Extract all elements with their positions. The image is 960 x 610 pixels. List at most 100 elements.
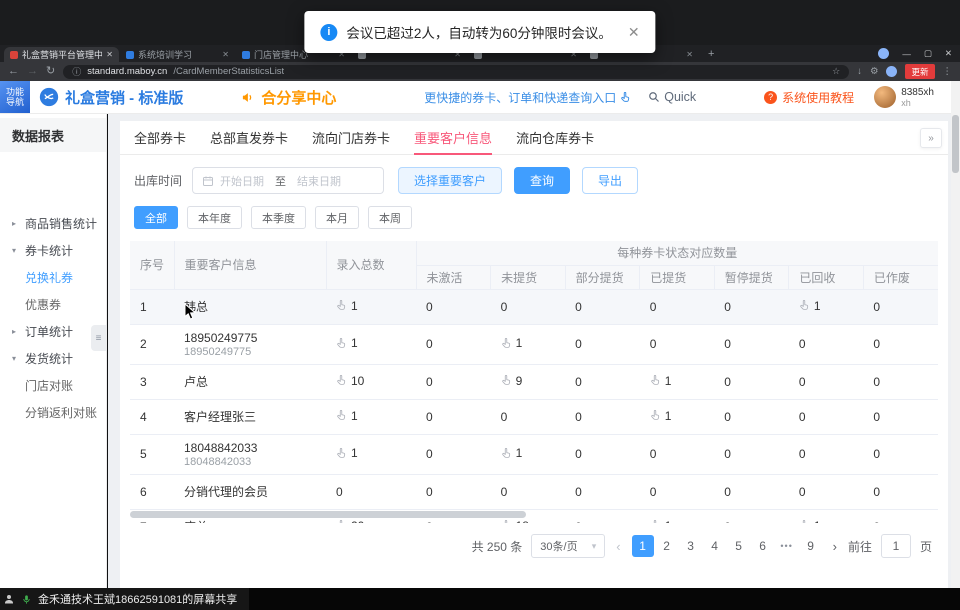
quick-filter-chip[interactable]: 本年度 [187, 206, 242, 229]
date-range-input[interactable]: 开始日期 至 结束日期 [192, 167, 384, 194]
table-row[interactable]: 6分销代理的会员00000000 [130, 474, 938, 509]
cell-status[interactable]: 0 [714, 324, 789, 364]
table-row[interactable]: 4客户经理张三10001000 [130, 399, 938, 434]
cell-status[interactable]: 0 [565, 434, 640, 474]
cell-status[interactable]: 9 [491, 364, 566, 399]
cell-status[interactable]: 0 [714, 364, 789, 399]
tab-close-icon[interactable]: ✕ [106, 50, 113, 59]
content-tab[interactable]: 流向门店券卡 [312, 121, 390, 154]
sidebar-item[interactable]: ▾发货统计 [0, 345, 106, 372]
cell-status[interactable]: 0 [789, 324, 864, 364]
cell-status[interactable]: 0 [863, 474, 938, 509]
quick-search[interactable]: Quick [648, 90, 696, 104]
cell-status[interactable]: 0 [491, 474, 566, 509]
cell-total[interactable]: 1 [326, 324, 416, 364]
horizontal-scrollbar[interactable] [130, 511, 938, 518]
prev-page-button[interactable]: ‹ [614, 539, 622, 554]
pagination-page[interactable]: 4 [704, 535, 726, 557]
cell-status[interactable]: 1 [789, 289, 864, 324]
sidebar-toggle[interactable]: ≡ [91, 325, 106, 351]
pagination-page[interactable]: 5 [728, 535, 750, 557]
download-icon[interactable]: ↓ [857, 66, 862, 77]
cell-status[interactable]: 1 [491, 434, 566, 474]
table-row[interactable]: 5180488420331804884203310100000 [130, 434, 938, 474]
goto-page-input[interactable]: 1 [881, 534, 911, 558]
content-tab[interactable]: 总部直发券卡 [210, 121, 288, 154]
cell-status[interactable]: 0 [416, 324, 491, 364]
cell-status[interactable]: 0 [565, 324, 640, 364]
user-menu[interactable]: 8385xh xh [874, 86, 934, 108]
cell-status[interactable]: 0 [789, 474, 864, 509]
close-icon[interactable]: ✕ [628, 24, 640, 41]
table-row[interactable]: 1韩总10000010 [130, 289, 938, 324]
cell-status[interactable]: 0 [789, 364, 864, 399]
table-row[interactable]: 2189502497751895024977510100000 [130, 324, 938, 364]
cell-status[interactable]: 0 [789, 434, 864, 474]
export-button[interactable]: 导出 [582, 167, 638, 194]
cell-status[interactable]: 0 [714, 434, 789, 474]
cell-status[interactable]: 0 [565, 289, 640, 324]
cell-status[interactable]: 0 [863, 399, 938, 434]
cell-status[interactable]: 0 [714, 289, 789, 324]
content-tab[interactable]: 重要客户信息 [414, 121, 492, 154]
minimize-button[interactable]: — [902, 49, 911, 59]
menu-icon[interactable]: ⋮ [943, 66, 953, 77]
cell-status[interactable]: 0 [863, 434, 938, 474]
browser-tab[interactable]: 系统培训学习✕ [120, 47, 235, 62]
update-button[interactable]: 更新 [905, 64, 934, 79]
browser-tab[interactable]: 礼盒营销平台管理中心✕ [4, 47, 119, 62]
cell-total[interactable]: 1 [326, 399, 416, 434]
cell-status[interactable]: 0 [565, 474, 640, 509]
sidebar-item[interactable]: ▸商品销售统计 [0, 210, 106, 237]
cell-status[interactable]: 0 [863, 289, 938, 324]
search-button[interactable]: 查询 [514, 167, 570, 194]
url-input[interactable]: ⓘ standard.maboy.cn /CardMemberStatistic… [63, 65, 849, 79]
extensions-icon[interactable]: ⚙ [870, 66, 879, 77]
bookmark-icon[interactable]: ☆ [832, 66, 840, 77]
profile-avatar[interactable] [886, 66, 897, 77]
cell-status[interactable]: 0 [640, 474, 715, 509]
cell-status[interactable]: 0 [789, 399, 864, 434]
quick-filter-chip[interactable]: 全部 [134, 206, 178, 229]
quick-filter-chip[interactable]: 本周 [368, 206, 412, 229]
sidebar-item[interactable]: ▾券卡统计 [0, 237, 106, 264]
cell-status[interactable]: 0 [491, 289, 566, 324]
quick-filter-chip[interactable]: 本季度 [251, 206, 306, 229]
scrollbar-thumb[interactable] [952, 115, 959, 173]
cell-status[interactable]: 0 [714, 474, 789, 509]
sidebar-subitem[interactable]: 优惠券 [0, 291, 106, 318]
cell-total[interactable]: 10 [326, 364, 416, 399]
cell-total[interactable]: 1 [326, 289, 416, 324]
cell-status[interactable]: 1 [640, 364, 715, 399]
forward-icon[interactable]: → [27, 66, 38, 77]
cell-status[interactable]: 0 [640, 434, 715, 474]
content-tab[interactable]: 全部券卡 [134, 121, 186, 154]
cell-total[interactable]: 0 [326, 474, 416, 509]
cell-status[interactable]: 0 [416, 399, 491, 434]
pagination-page[interactable]: 2 [656, 535, 678, 557]
pagination-page[interactable]: 9 [800, 535, 822, 557]
share-center-link[interactable]: 合分享中心 [241, 87, 336, 108]
cell-status[interactable]: 0 [416, 364, 491, 399]
scrollbar-thumb[interactable] [130, 511, 526, 518]
pagination-page[interactable]: 6 [752, 535, 774, 557]
vertical-scrollbar[interactable] [951, 81, 960, 588]
refresh-icon[interactable]: ↻ [46, 66, 55, 77]
site-info-icon[interactable]: ⓘ [72, 65, 81, 78]
browser-profile-icon[interactable] [878, 48, 889, 59]
sidebar-subitem[interactable]: 分销返利对账 [0, 399, 106, 426]
cell-status[interactable]: 0 [714, 399, 789, 434]
cell-status[interactable]: 0 [416, 474, 491, 509]
pagination-ellipsis[interactable]: ••• [776, 535, 798, 557]
cell-status[interactable]: 0 [565, 364, 640, 399]
cell-total[interactable]: 1 [326, 434, 416, 474]
tab-close-icon[interactable]: ✕ [222, 50, 229, 59]
tab-close-icon[interactable]: ✕ [686, 50, 693, 59]
maximize-button[interactable]: ▢ [924, 48, 932, 59]
content-tab[interactable]: 流向仓库券卡 [516, 121, 594, 154]
back-icon[interactable]: ← [8, 66, 19, 77]
pagination-page[interactable]: 1 [632, 535, 654, 557]
quick-filter-chip[interactable]: 本月 [315, 206, 359, 229]
pagination-page[interactable]: 3 [680, 535, 702, 557]
nav-menu-button[interactable]: 功能 导航 [0, 81, 30, 113]
